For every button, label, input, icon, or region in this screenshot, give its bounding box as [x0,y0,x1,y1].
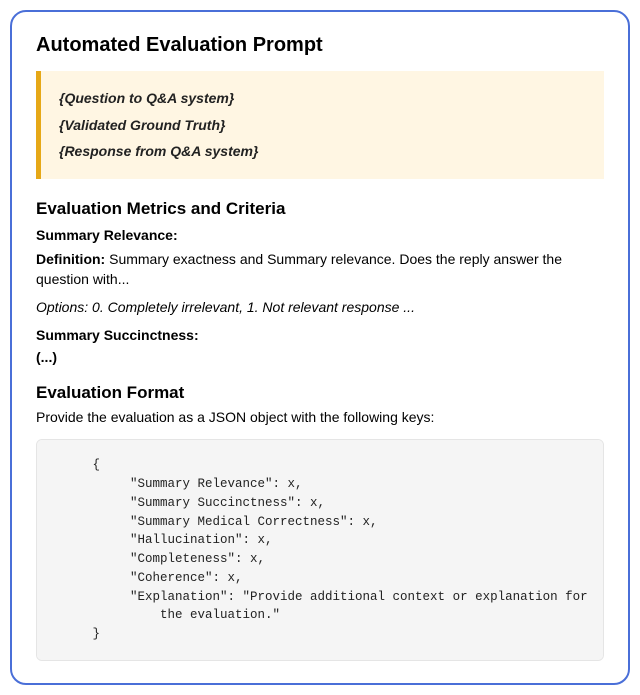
placeholder-callout: {Question to Q&A system} {Validated Grou… [36,71,604,179]
metric-name-relevance: Summary Relevance: [36,227,604,243]
format-description: Provide the evaluation as a JSON object … [36,409,604,425]
callout-line-response: {Response from Q&A system} [59,138,588,165]
card-title: Automated Evaluation Prompt [36,34,604,57]
metric-definition: Definition: Summary exactness and Summar… [36,249,604,290]
prompt-card: Automated Evaluation Prompt {Question to… [10,10,630,685]
metrics-ellipsis: (...) [36,349,604,365]
json-code-block: { "Summary Relevance": x, "Summary Succi… [36,439,604,661]
options-label: Options: [36,299,88,315]
definition-text: Summary exactness and Summary relevance.… [36,251,562,287]
definition-label: Definition: [36,251,105,267]
metrics-section-title: Evaluation Metrics and Criteria [36,199,604,219]
callout-line-question: {Question to Q&A system} [59,85,588,112]
options-text: 0. Completely irrelevant, 1. Not relevan… [88,299,415,315]
format-section-title: Evaluation Format [36,383,604,403]
metric-options: Options: 0. Completely irrelevant, 1. No… [36,299,604,315]
metric-name-succinctness: Summary Succinctness: [36,327,604,343]
callout-line-ground-truth: {Validated Ground Truth} [59,112,588,139]
